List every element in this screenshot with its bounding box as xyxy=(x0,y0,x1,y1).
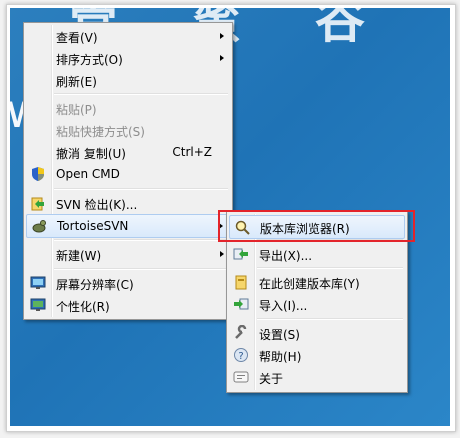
help-icon: ? xyxy=(234,348,248,362)
submenu-item-settings[interactable]: 设置(S) xyxy=(229,322,405,344)
menu-item-refresh[interactable]: 刷新(E) xyxy=(26,69,230,91)
menu-item-label: 导入(I)... xyxy=(259,299,308,313)
menu-item-label: 关于 xyxy=(259,372,284,386)
menu-item-sort[interactable]: 排序方式(O) xyxy=(26,47,230,69)
import-icon xyxy=(234,298,249,310)
menu-item-label: 撤消 复制(U) xyxy=(56,147,126,161)
menu-item-label: TortoiseSVN xyxy=(57,219,129,233)
wrench-icon xyxy=(235,325,247,339)
menu-item-label: 新建(W) xyxy=(56,249,102,263)
svg-text:?: ? xyxy=(238,351,243,362)
menu-item-view[interactable]: 查看(V) xyxy=(26,25,230,47)
menu-item-label: 查看(V) xyxy=(56,31,98,45)
menu-item-label: 屏幕分辨率(C) xyxy=(56,278,134,292)
menu-item-label: 排序方式(O) xyxy=(56,53,123,67)
menu-item-label: 帮助(H) xyxy=(259,350,302,364)
submenu-arrow-icon xyxy=(220,33,224,39)
menu-item-shortcut: Ctrl+Z xyxy=(172,145,212,159)
export-icon xyxy=(233,248,248,260)
menu-separator xyxy=(54,268,228,270)
menu-item-label: SVN 检出(K)... xyxy=(56,198,138,212)
menu-item-paste[interactable]: 粘贴(P) xyxy=(26,97,230,119)
menu-item-screen-resolution[interactable]: 屏幕分辨率(C) xyxy=(26,272,230,294)
menu-item-label: 刷新(E) xyxy=(56,75,97,89)
menu-item-label: 粘贴快捷方式(S) xyxy=(56,125,145,139)
personalize-icon xyxy=(30,298,46,311)
shield-icon xyxy=(32,167,44,181)
menu-item-label: 导出(X)... xyxy=(259,249,313,263)
submenu-item-export[interactable]: 导出(X)... xyxy=(229,243,405,265)
menu-separator xyxy=(54,188,228,190)
menu-separator xyxy=(257,267,403,269)
menu-item-label: 个性化(R) xyxy=(56,300,110,314)
menu-item-undo-copy[interactable]: 撤消 复制(U) Ctrl+Z xyxy=(26,141,230,163)
menu-separator xyxy=(54,93,228,95)
submenu-arrow-icon xyxy=(220,55,224,61)
menu-separator xyxy=(257,318,403,320)
submenu-item-create-repo[interactable]: 在此创建版本库(Y) xyxy=(229,271,405,293)
menu-item-new[interactable]: 新建(W) xyxy=(26,243,230,265)
tortoise-icon xyxy=(32,220,46,233)
menu-item-label: 设置(S) xyxy=(259,328,300,342)
menu-item-svn-checkout[interactable]: SVN 检出(K)... xyxy=(26,192,230,214)
menu-item-label: 粘贴(P) xyxy=(56,103,97,117)
menu-item-tortoisesvn[interactable]: TortoiseSVN xyxy=(26,214,230,238)
about-icon xyxy=(233,371,249,383)
menu-item-paste-shortcut[interactable]: 粘贴快捷方式(S) xyxy=(26,119,230,141)
submenu-item-about[interactable]: 关于 xyxy=(229,366,405,388)
context-menu: 查看(V) 排序方式(O) 刷新(E) 粘贴(P) 粘贴快捷方式(S) 撤消 复… xyxy=(23,22,233,320)
annotation-highlight-box xyxy=(218,210,415,242)
menu-item-label: 在此创建版本库(Y) xyxy=(259,277,360,291)
menu-item-label: Open CMD xyxy=(56,167,120,181)
submenu-item-import[interactable]: 导入(I)... xyxy=(229,293,405,315)
create-repository-icon xyxy=(235,275,247,290)
submenu-arrow-icon xyxy=(220,251,224,257)
submenu-item-help[interactable]: ? 帮助(H) xyxy=(229,344,405,366)
monitor-icon xyxy=(30,276,46,289)
menu-separator xyxy=(54,239,228,241)
menu-item-personalize[interactable]: 个性化(R) xyxy=(26,294,230,316)
svn-checkout-icon xyxy=(31,197,44,211)
menu-item-open-cmd[interactable]: Open CMD xyxy=(26,163,230,185)
